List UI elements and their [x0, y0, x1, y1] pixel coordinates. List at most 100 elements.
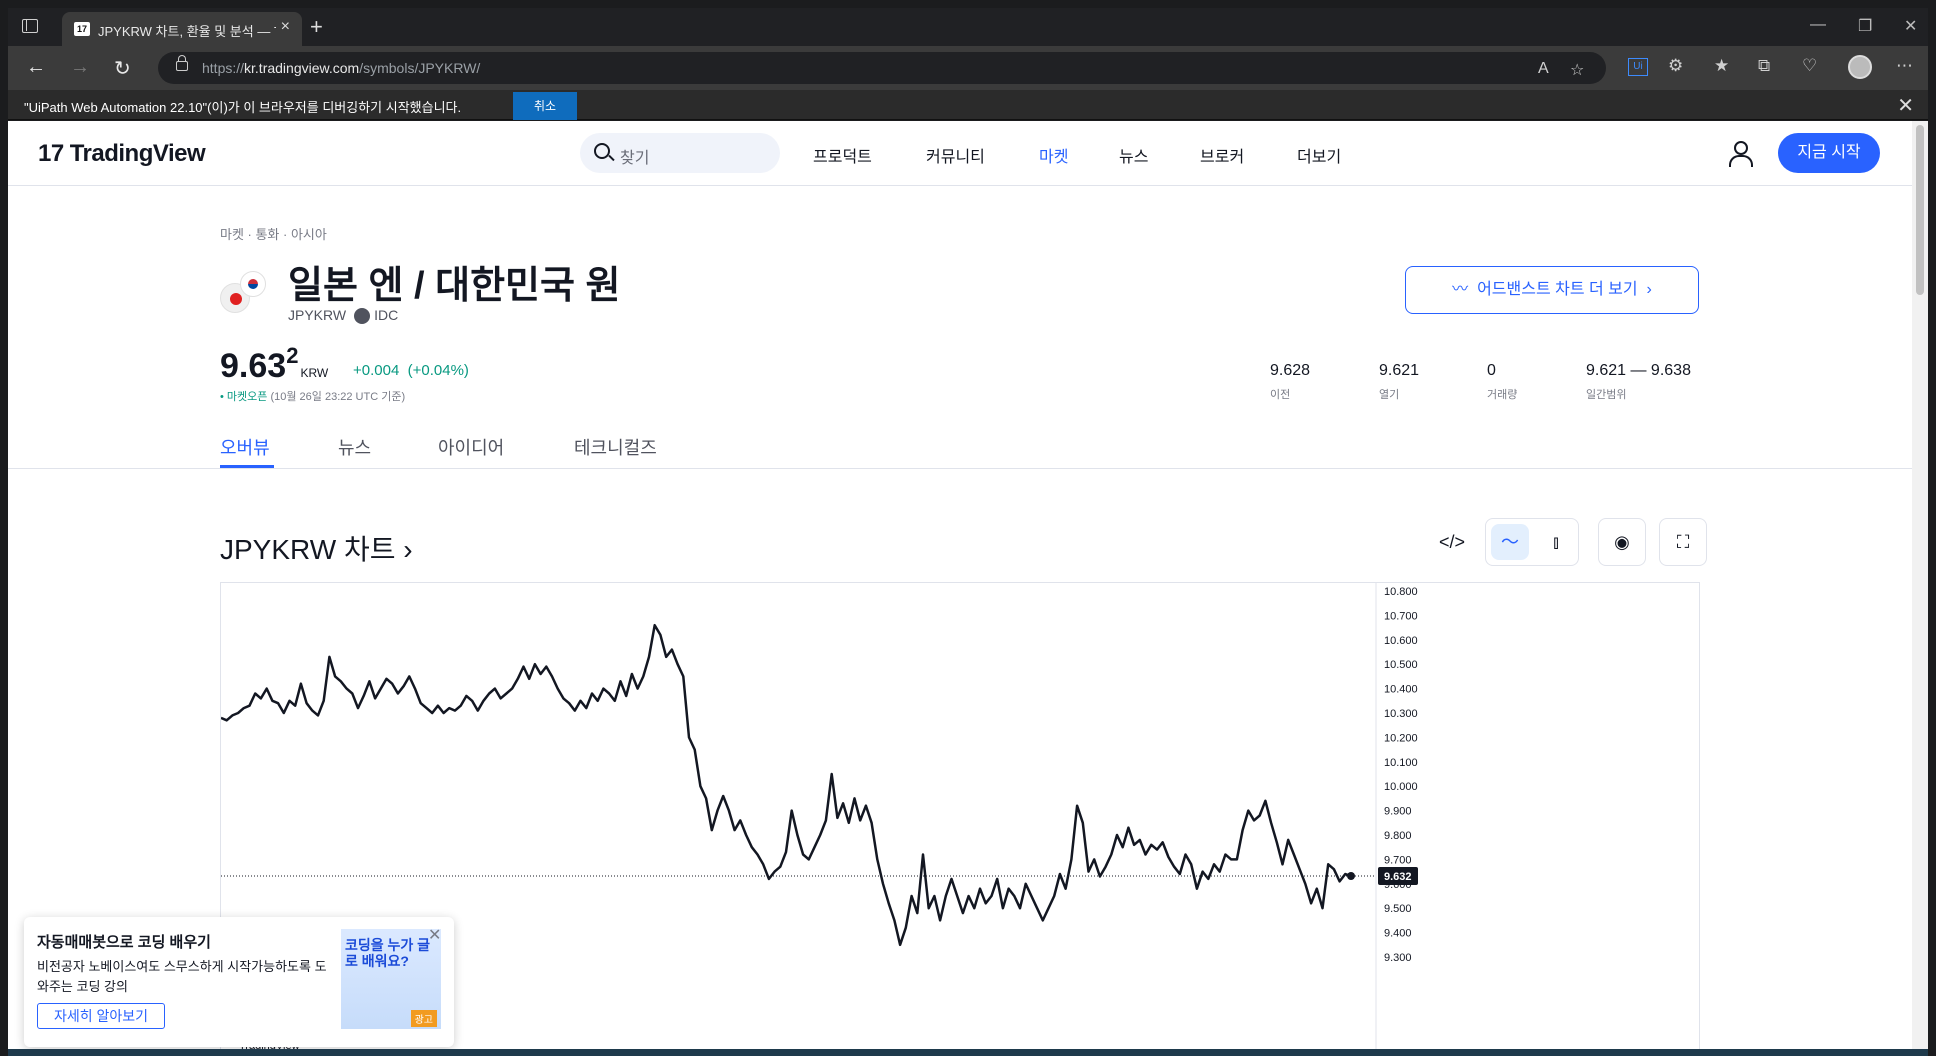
stat-previous: 9.628 이전: [1270, 362, 1310, 402]
header-divider: [8, 185, 1912, 186]
nav-community[interactable]: 커뮤니티: [926, 143, 985, 167]
market-time: (10월 26일 23:22 UTC 기준): [270, 391, 406, 403]
tab-ideas[interactable]: 아이디어: [438, 434, 504, 460]
market-status-label: 마켓오픈: [226, 391, 268, 403]
fullscreen-button[interactable]: ⛶: [1659, 518, 1707, 566]
y-tick-label: 10.100: [1384, 757, 1418, 769]
y-tick-label: 10.200: [1384, 732, 1418, 744]
favorites-icon[interactable]: ★: [1714, 56, 1729, 76]
new-tab-icon[interactable]: +: [310, 14, 323, 40]
line-chart-button[interactable]: 〜: [1491, 524, 1529, 560]
page-title: 일본 엔 / 대한민국 원: [288, 265, 621, 307]
y-tick-label: 9.300: [1384, 952, 1412, 964]
korea-flag-icon: [240, 271, 266, 297]
stat-label: 열기: [1379, 389, 1400, 401]
collections-icon[interactable]: ⧉: [1758, 56, 1770, 76]
tab-actions-icon[interactable]: [22, 19, 38, 33]
logo-text: TradingView: [69, 140, 206, 167]
line-chart-icon: 〜: [1501, 532, 1519, 552]
snapshot-button[interactable]: ◉: [1598, 518, 1646, 566]
infobar-cancel-button[interactable]: 취소: [513, 92, 577, 120]
nav-markets[interactable]: 마켓: [1039, 143, 1068, 167]
infobar-message: "UiPath Web Automation 22.10"(이)가 이 브라우저…: [24, 100, 462, 115]
y-tick-label: 10.700: [1384, 610, 1418, 622]
debug-infobar: "UiPath Web Automation 22.10"(이)가 이 브라우저…: [8, 90, 1928, 120]
lock-icon[interactable]: [176, 55, 188, 71]
nav-products[interactable]: 프로덕트: [813, 143, 872, 167]
y-tick-label: 10.400: [1384, 684, 1418, 696]
price-change: +0.004 (+0.04%): [353, 362, 469, 379]
favorite-star-icon[interactable]: ☆: [1570, 60, 1584, 80]
tab-news[interactable]: 뉴스: [338, 434, 371, 460]
url-bar[interactable]: https://kr.tradingview.com/symbols/JPYKR…: [158, 52, 1606, 84]
back-icon[interactable]: ←: [26, 56, 46, 79]
stat-volume: 0 거래량: [1487, 362, 1517, 402]
chart-line-icon: 〰: [1452, 281, 1469, 298]
get-started-button[interactable]: 지금 시작: [1778, 133, 1880, 173]
last-price-point: [1347, 871, 1355, 880]
address-toolbar: ← → ↻ https://kr.tradingview.com/symbols…: [8, 46, 1928, 90]
price-value: 9.63: [220, 347, 287, 385]
currency-flags-icon: [220, 271, 266, 313]
y-tick-label: 10.300: [1384, 708, 1418, 720]
last-price-label: 9.632: [1384, 871, 1412, 883]
search-input[interactable]: 찾기: [580, 133, 780, 173]
refresh-icon[interactable]: ↻: [114, 56, 131, 81]
breadcrumb[interactable]: 마켓 · 통화 · 아시아: [220, 224, 327, 243]
stat-value: 0: [1487, 362, 1496, 379]
forward-icon[interactable]: →: [70, 56, 90, 79]
profile-avatar[interactable]: [1848, 55, 1872, 79]
y-tick-label: 9.500: [1384, 903, 1412, 915]
exchange-icon: [354, 308, 371, 325]
scrollbar-thumb[interactable]: [1916, 125, 1924, 295]
close-tab-icon[interactable]: ×: [281, 18, 290, 36]
web-page: 17 TradingView 찾기 프로덕트 커뮤니티 마켓 뉴스 브로커 더보기…: [8, 121, 1912, 1056]
stat-label: 일간범위: [1586, 389, 1627, 401]
nav-brokers[interactable]: 브로커: [1200, 143, 1244, 167]
y-tick-label: 9.700: [1384, 854, 1412, 866]
chart-title-chevron-icon: ›: [403, 534, 413, 565]
y-tick-label: 10.500: [1384, 659, 1418, 671]
embed-code-button[interactable]: </>: [1428, 518, 1476, 566]
stat-day-range: 9.621 — 9.638 일간범위: [1586, 362, 1691, 402]
market-open-dot: •: [220, 391, 224, 403]
y-tick-label: 9.800: [1384, 830, 1412, 842]
tradingview-favicon-icon: 17: [74, 22, 90, 36]
tab-overview[interactable]: 오버뷰: [220, 434, 270, 460]
extensions-icon[interactable]: ⚙: [1668, 56, 1683, 76]
user-icon[interactable]: [1728, 141, 1753, 167]
nav-news[interactable]: 뉴스: [1119, 143, 1148, 167]
search-icon: [594, 143, 610, 159]
page-scrollbar[interactable]: [1912, 121, 1928, 1056]
ad-body: 비전공자 노베이스여도 스무스하게 시작가능하도록 도와주는 코딩 강의: [37, 959, 327, 994]
candlestick-button[interactable]: ⫾: [1537, 524, 1575, 560]
more-options-icon[interactable]: ⋯: [1896, 56, 1913, 76]
ad-close-icon[interactable]: ✕: [428, 925, 441, 945]
current-price: 9.632KRW: [220, 343, 328, 386]
y-tick-label: 10.800: [1384, 586, 1418, 598]
stat-label: 이전: [1270, 389, 1291, 401]
browser-tab[interactable]: 17 JPYKRW 차트, 환율 및 분석 — TradingView ×: [62, 12, 302, 46]
stat-value: 9.621 — 9.638: [1586, 362, 1691, 379]
tradingview-logo[interactable]: 17 TradingView: [38, 140, 206, 168]
infobar-close-icon[interactable]: ✕: [1897, 93, 1914, 118]
stat-value: 9.628: [1270, 362, 1311, 379]
fullscreen-icon: ⛶: [1676, 532, 1690, 552]
read-aloud-icon[interactable]: A: [1538, 60, 1549, 78]
nav-more[interactable]: 더보기: [1297, 143, 1341, 167]
uipath-extension-icon[interactable]: Ui: [1628, 58, 1648, 76]
chart-title[interactable]: JPYKRW 차트 ›: [220, 528, 413, 568]
advanced-chart-button[interactable]: 〰 어드밴스트 차트 더 보기 ›: [1405, 266, 1699, 314]
restore-icon[interactable]: ❐: [1858, 16, 1872, 36]
ad-image[interactable]: 코딩을 누가 글로 배워요? 광고: [341, 929, 441, 1029]
ad-learn-more-button[interactable]: 자세히 알아보기: [37, 1003, 165, 1029]
tab-technicals[interactable]: 테크니컬즈: [574, 434, 657, 460]
embed-code-icon: </>: [1438, 532, 1466, 552]
stat-label: 거래량: [1487, 389, 1518, 401]
minimize-icon[interactable]: —: [1810, 16, 1826, 34]
tab-title: JPYKRW 차트, 환율 및 분석 — TradingView: [98, 24, 276, 39]
ad-popup: 자동매매봇으로 코딩 배우기 비전공자 노베이스여도 스무스하게 시작가능하도록…: [24, 917, 454, 1047]
exchange-label: IDC: [374, 307, 399, 323]
browser-essentials-icon[interactable]: ♡: [1802, 56, 1817, 76]
close-window-icon[interactable]: ✕: [1904, 16, 1917, 36]
